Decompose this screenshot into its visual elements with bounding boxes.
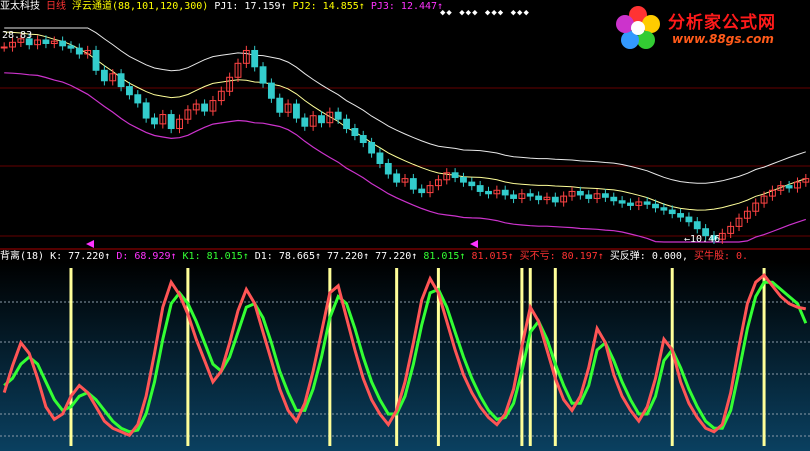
logo-title: 分析家公式网 (668, 13, 776, 33)
candle-body (476, 185, 484, 192)
candle-body (785, 185, 793, 189)
candle-body (677, 213, 684, 218)
chart-canvas (0, 0, 810, 451)
candle-body (451, 172, 459, 178)
candle-body (618, 200, 626, 204)
candle-body (276, 97, 284, 113)
candle-body (293, 103, 300, 119)
candle-body (393, 173, 401, 183)
period-label[interactable]: 日线 (46, 1, 66, 12)
candle-body (585, 194, 593, 199)
candle-body (601, 193, 609, 198)
signal-bar (69, 268, 73, 446)
site-logo: 分析家公式网 www.88gs.com (612, 2, 808, 54)
candle-body (460, 176, 467, 183)
candle-body (501, 189, 509, 196)
candle-body (267, 82, 275, 99)
d1-value: D1: 78.665↑ (254, 251, 321, 262)
v1-value: 77.220↑ (327, 251, 370, 262)
stock-name: 亚太科技 (0, 1, 40, 12)
candle-body (627, 202, 634, 206)
candle-body (643, 201, 651, 205)
candle-body (576, 190, 584, 196)
candle-body (409, 178, 417, 190)
indicator-name[interactable]: 浮云通道(88,101,120,300) (72, 1, 208, 12)
buy-bull: 买牛股: 0. (693, 251, 749, 262)
pj1-value: PJ1: 17.159↑ (214, 1, 287, 12)
candle-body (42, 39, 50, 44)
signal-bar (186, 268, 190, 446)
k-value: K: 77.220↑ (50, 251, 111, 262)
candle-body (259, 66, 267, 84)
high-price-label: 28.83 (2, 30, 33, 41)
candle-body (134, 94, 142, 104)
candle-body (201, 103, 209, 112)
candle-body (351, 128, 359, 137)
v4-value: 81.015↑ (471, 251, 514, 262)
candle-body (526, 193, 534, 197)
star-marks: ◆◆ ◆◆◆ ◆◆◆ ◆◆◆ (440, 8, 530, 18)
d-value: D: 68.929↑ (116, 251, 177, 262)
low-price-label: ←10.46 (684, 234, 721, 245)
candle-body (75, 47, 83, 55)
indicator-panel-bg (0, 262, 810, 451)
signal-bar (528, 268, 532, 446)
candle-body (151, 117, 158, 125)
candle-body (334, 111, 342, 120)
indicator-title[interactable]: 背离(18) (0, 251, 44, 262)
candle-body (59, 40, 67, 47)
candle-body (660, 207, 668, 211)
candle-body (318, 115, 325, 124)
candle-body (468, 181, 476, 187)
candle-body (368, 142, 376, 154)
v2-value: 77.220↑ (375, 251, 418, 262)
buy-rebound: 买反弹: 0.000, (609, 251, 688, 262)
candle-body (610, 196, 618, 202)
candle-body (485, 190, 492, 195)
pj3-value: PJ3: 12.447↑ (370, 1, 444, 12)
logo-url[interactable]: www.88gs.com (672, 32, 774, 46)
candle-body (652, 203, 659, 209)
candle-body (359, 135, 367, 144)
candle-body (685, 216, 693, 223)
candle-body (535, 195, 543, 201)
candle-body (92, 49, 100, 71)
buy-no-loss: 买不亏: 80.197↑ (519, 251, 604, 262)
indicator-header: 背离(18) K: 77.220↑ D: 68.929↑ K1: 81.015↑ D1:… (0, 250, 748, 264)
candle-body (126, 86, 133, 96)
candle-body (301, 117, 309, 127)
candle-body (418, 188, 426, 194)
candle-body (510, 194, 517, 199)
price-header: 亚太科技 日线 浮云通道(88,101,120,300) PJ1: 17.159↑ PJ… (0, 0, 449, 14)
candle-body (251, 49, 259, 68)
candle-body (0, 46, 8, 49)
k1-value: K1: 81.015↑ (182, 251, 249, 262)
flower-logo-icon (616, 6, 660, 49)
candle-body (142, 102, 150, 119)
candle-body (100, 69, 108, 82)
candle-body (167, 114, 175, 130)
signal-bar (395, 268, 399, 446)
candle-body (693, 221, 701, 230)
signal-bar (762, 268, 766, 446)
candle-body (551, 196, 559, 203)
v3-value: 81.015↑ (423, 251, 466, 262)
candle-body (376, 152, 384, 164)
pj2-value: PJ2: 14.855↑ (292, 1, 365, 12)
candle-body (67, 45, 75, 49)
candle-body (668, 209, 676, 215)
candle-body (343, 118, 350, 130)
candle-body (117, 73, 125, 88)
candle-body (384, 162, 392, 175)
